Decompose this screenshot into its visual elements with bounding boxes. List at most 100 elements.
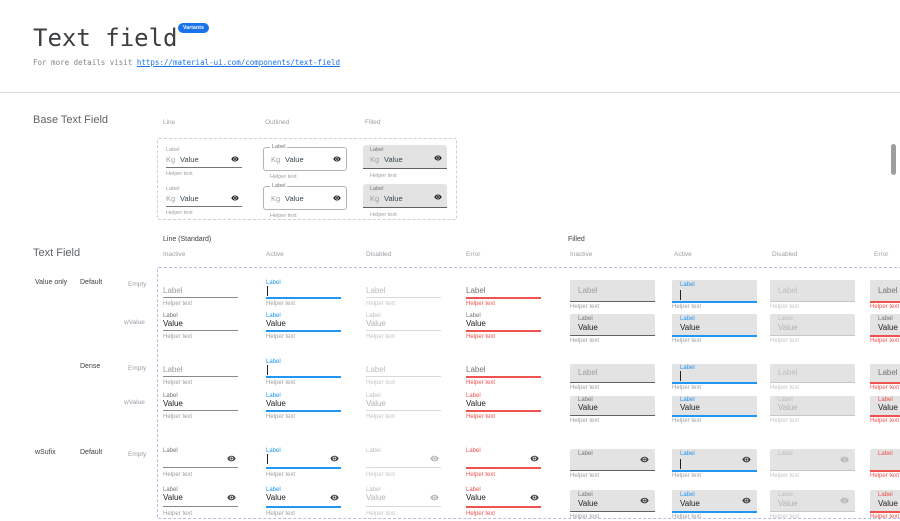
visibility-icon[interactable]	[430, 454, 439, 463]
docs-link[interactable]: https://material-ui.com/components/text-…	[137, 58, 340, 67]
field-filled-active-empty[interactable]: LabelHelper text	[672, 364, 757, 392]
field-filled-disabled-value[interactable]: LabelValueHelper text	[770, 396, 855, 425]
field-filled-disabled-empty[interactable]: LabelHelper text	[770, 364, 855, 392]
field-helper: Helper text	[270, 174, 297, 180]
field-filled-inactive-empty[interactable]: LabelHelper text	[570, 280, 655, 311]
visibility-icon[interactable]	[231, 194, 239, 202]
field-line-inactive-value[interactable]: LabelValueHelper text	[163, 313, 238, 343]
field-line-error-empty[interactable]: LabelHelper text	[466, 448, 541, 478]
field-line-disabled-value[interactable]: LabelValueHelper text	[366, 393, 441, 423]
field-helper: Helper text	[366, 472, 395, 478]
field-underline	[163, 467, 238, 468]
visibility-icon[interactable]	[742, 496, 751, 505]
visibility-icon[interactable]	[742, 455, 751, 464]
field-line-disabled-empty[interactable]: LabelHelper text	[366, 280, 441, 310]
field-line-inactive-value[interactable]: LabelValueHelper text	[163, 487, 238, 517]
visibility-icon[interactable]	[333, 155, 341, 163]
field-filled-active-value[interactable]: LabelValueHelper text	[672, 490, 757, 521]
field-helper: Helper text	[870, 514, 899, 520]
field-label: Label	[680, 365, 695, 371]
field-filled-active-value[interactable]: LabelValueHelper text	[672, 396, 757, 425]
field-line-inactive-value[interactable]: LabelValueHelper text	[163, 393, 238, 423]
field-filled-active-empty[interactable]: LabelHelper text	[672, 449, 757, 480]
field-label: Label	[266, 359, 281, 365]
visibility-icon[interactable]	[530, 454, 539, 463]
visibility-icon[interactable]	[330, 493, 339, 502]
base-field-line[interactable]: LabelKgValueHelper text	[166, 186, 242, 216]
field-filled-inactive-empty[interactable]: Label Helper text	[570, 364, 655, 392]
field-filled-disabled-value[interactable]: LabelValueHelper text	[770, 490, 855, 521]
visibility-icon[interactable]	[530, 493, 539, 502]
field-line-error-value[interactable]: LabelValueHelper text	[466, 313, 541, 343]
field-line-disabled-value[interactable]: LabelValueHelper text	[366, 313, 441, 343]
field-value: Value	[578, 403, 598, 412]
field-line-disabled-value[interactable]: LabelValueHelper text	[366, 487, 441, 517]
field-line-active-value[interactable]: LabelValueHelper text	[266, 313, 341, 343]
field-filled-error-value[interactable]: LabelValueHelper text	[870, 314, 900, 345]
field-line-error-empty[interactable]: LabelHelper text	[466, 280, 541, 310]
visibility-icon[interactable]	[430, 493, 439, 502]
field-line-disabled-empty[interactable]: LabelHelper text	[366, 359, 441, 389]
field-helper: Helper text	[672, 418, 701, 424]
field-helper: Helper text	[570, 385, 599, 391]
filled-box: LabelValue	[672, 490, 757, 513]
field-line-active-empty[interactable]: LabelHelper text	[266, 448, 341, 478]
field-line-inactive-empty[interactable]: LabelHelper text	[163, 359, 238, 389]
field-label: Label	[578, 286, 598, 295]
visibility-icon[interactable]	[840, 455, 849, 464]
field-filled-error-empty[interactable]: LabelHelper text	[870, 364, 900, 392]
field-filled-inactive-value[interactable]: LabelValueHelper text	[570, 490, 655, 521]
scrollbar-thumb[interactable]	[891, 144, 896, 175]
field-line-disabled-empty[interactable]: LabelHelper text	[366, 448, 441, 478]
field-line-active-value[interactable]: LabelValueHelper text	[266, 487, 341, 517]
field-line-inactive-empty[interactable]: LabelHelper text	[163, 448, 238, 478]
field-filled-inactive-empty[interactable]: LabelHelper text	[570, 449, 655, 480]
field-filled-error-empty[interactable]: LabelHelper text	[870, 280, 900, 311]
field-filled-active-value[interactable]: LabelValueHelper text	[672, 314, 757, 345]
field-filled-disabled-empty[interactable]: LabelHelper text	[770, 280, 855, 311]
field-helper: Helper text	[366, 334, 395, 340]
field-line-error-value[interactable]: LabelValueHelper text	[466, 487, 541, 517]
field-line-active-empty[interactable]: LabelHelper text	[266, 280, 341, 310]
visibility-icon[interactable]	[640, 496, 649, 505]
field-line-error-empty[interactable]: LabelHelper text	[466, 359, 541, 389]
visibility-icon[interactable]	[330, 454, 339, 463]
field-filled-disabled-value[interactable]: LabelValueHelper text	[770, 314, 855, 345]
filled-box: Label	[770, 449, 855, 471]
field-filled-disabled-empty[interactable]: LabelHelper text	[770, 449, 855, 480]
field-prefix: Kg	[166, 194, 175, 203]
field-line-active-value[interactable]: LabelValueHelper text	[266, 393, 341, 423]
visibility-icon[interactable]	[434, 193, 442, 201]
visibility-icon[interactable]	[840, 496, 849, 505]
base-field-outlined[interactable]: KgValueLabelHelper text	[263, 144, 347, 178]
visibility-icon[interactable]	[231, 155, 239, 163]
visibility-icon[interactable]	[227, 454, 236, 463]
visibility-icon[interactable]	[333, 194, 341, 202]
field-filled-error-empty[interactable]: LabelHelper text	[870, 449, 900, 480]
field-line-error-value[interactable]: LabelValueHelper text	[466, 393, 541, 423]
base-field-outlined[interactable]: KgValueLabelHelper text	[263, 183, 347, 217]
field-helper: Helper text	[770, 514, 799, 520]
field-filled-inactive-value[interactable]: LabelValueHelper text	[570, 314, 655, 345]
field-value: Value	[163, 399, 183, 408]
field-label: Label	[578, 451, 593, 457]
visibility-icon[interactable]	[227, 493, 236, 502]
row-state-wvalue-dense: wValue	[124, 399, 145, 406]
field-helper: Helper text	[366, 414, 395, 420]
field-filled-active-empty[interactable]: LabelHelper text	[672, 280, 757, 311]
base-field-filled[interactable]: LabelKgValueHelper text	[363, 184, 447, 218]
visibility-icon[interactable]	[640, 455, 649, 464]
text-cursor	[267, 286, 268, 296]
field-filled-error-value[interactable]: LabelValueHelper text	[870, 490, 900, 521]
field-helper: Helper text	[770, 304, 799, 310]
field-filled-inactive-value[interactable]: LabelValueHelper text	[570, 396, 655, 425]
field-filled-error-value[interactable]: LabelValueHelper text	[870, 396, 900, 425]
base-field-line[interactable]: LabelKgValueHelper text	[166, 147, 242, 177]
base-field-filled[interactable]: LabelKgValueHelper text	[363, 145, 447, 179]
field-line-inactive-empty[interactable]: LabelHelper text	[163, 280, 238, 310]
field-line-active-empty[interactable]: LabelHelper text	[266, 359, 341, 389]
subtitle-text: For more details visit	[33, 58, 137, 67]
visibility-icon[interactable]	[434, 154, 442, 162]
field-helper: Helper text	[270, 213, 297, 219]
filled-box: Label	[570, 364, 655, 383]
